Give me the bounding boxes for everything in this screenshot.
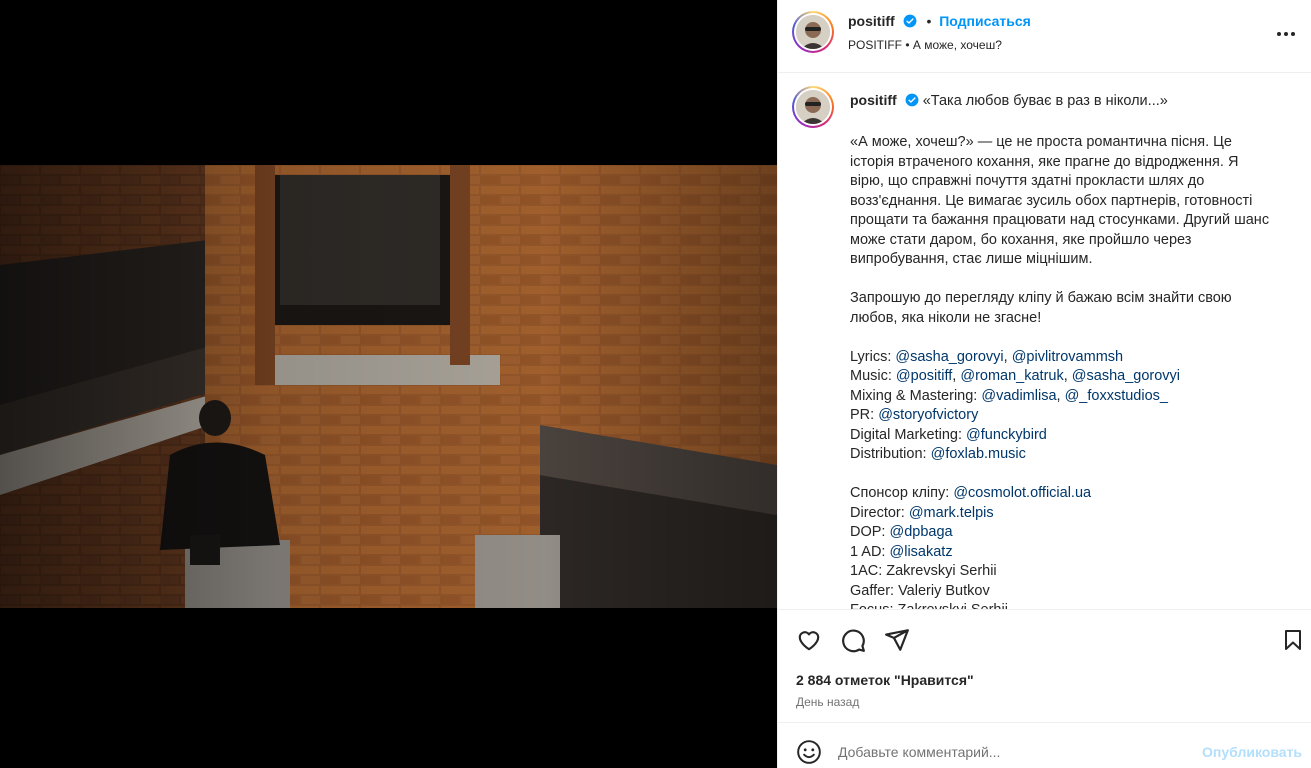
mention-link[interactable]: @roman_katruk xyxy=(960,368,1063,384)
header-title-row: positiff • Подписаться xyxy=(848,13,1031,31)
post-actions xyxy=(778,611,1311,667)
follow-button[interactable]: Подписаться xyxy=(939,13,1031,29)
publish-button[interactable]: Опубликовать xyxy=(1202,744,1302,760)
comment-bar: Опубликовать xyxy=(778,722,1311,768)
share-icon xyxy=(885,629,909,651)
separator-dot: • xyxy=(926,13,932,29)
post-caption: positiff «Така любов буває в раз в нікол… xyxy=(850,91,1270,610)
post-media xyxy=(0,0,777,768)
verified-badge-icon xyxy=(903,14,917,31)
bookmark-icon xyxy=(1285,630,1301,650)
caption-headline: «Така любов буває в раз в ніколи...» xyxy=(922,93,1168,109)
mention-link[interactable]: @dpbaga xyxy=(889,524,952,540)
author-avatar[interactable] xyxy=(792,11,834,53)
more-options-button[interactable] xyxy=(1274,22,1298,46)
mention-link[interactable]: @funckybird xyxy=(966,427,1047,443)
share-button[interactable] xyxy=(884,627,910,653)
credit-pr: PR: @storyofvictory xyxy=(850,407,979,423)
comment-icon xyxy=(842,629,865,653)
mention-link[interactable]: @cosmolot.official.ua xyxy=(953,485,1091,501)
caption-paragraph-2: Запрошую до перегляду кліпу й бажаю всім… xyxy=(850,290,1232,326)
avatar-photo xyxy=(796,90,830,124)
credit-1ac: 1AC: Zakrevskyi Serhii xyxy=(850,563,997,579)
credit-1ad: 1 AD: @lisakatz xyxy=(850,543,953,560)
avatar-photo xyxy=(796,15,830,49)
like-button[interactable] xyxy=(796,627,822,653)
credit-director: Director: @mark.telpis xyxy=(850,504,994,521)
mention-link[interactable]: @sasha_gorovyi xyxy=(895,349,1003,365)
video-frame xyxy=(0,165,777,608)
emoji-icon xyxy=(797,740,821,764)
more-horizontal-icon xyxy=(1277,32,1295,36)
comment-input[interactable] xyxy=(838,739,1178,765)
caption-first-line: positiff «Така любов буває в раз в нікол… xyxy=(850,91,1270,114)
caption-paragraph-1: «А може, хочеш?» — це не проста романтич… xyxy=(850,134,1270,267)
mention-link[interactable]: @positiff xyxy=(896,368,952,384)
credit-digital-marketing: Digital Marketing: @funckybird xyxy=(850,426,1047,443)
credit-dop: DOP: @dpbaga xyxy=(850,524,953,540)
credit-lyrics: Lyrics: @sasha_gorovyi, @pivlitrovammsh xyxy=(850,348,1124,365)
credit-sponsor: Спонсор кліпу: @cosmolot.official.ua xyxy=(850,485,1092,501)
comment-button[interactable] xyxy=(840,627,866,653)
credit-focus: Focus: Zakrevskyi Serhii xyxy=(850,602,1008,610)
mention-link[interactable]: @vadimlisa xyxy=(981,388,1056,404)
mention-link[interactable]: @lisakatz xyxy=(890,544,953,560)
mention-link[interactable]: @pivlitrovammsh xyxy=(1012,349,1123,365)
caption-username[interactable]: positiff xyxy=(850,92,897,108)
caption-scroll-area[interactable]: positiff «Така любов буває в раз в нікол… xyxy=(778,74,1311,610)
mention-link[interactable]: @foxlab.music xyxy=(931,446,1026,462)
verified-badge-icon xyxy=(905,93,919,114)
mention-link[interactable]: @storyofvictory xyxy=(878,407,978,423)
likes-count[interactable]: 2 884 отметок "Нравится" xyxy=(796,672,974,688)
emoji-button[interactable] xyxy=(796,739,822,765)
mention-link[interactable]: @_foxxstudios_ xyxy=(1065,388,1168,404)
post-header: positiff • Подписаться POSITIFF • А може… xyxy=(778,0,1311,73)
heart-icon xyxy=(798,631,820,651)
post-sidebar: positiff • Подписаться POSITIFF • А може… xyxy=(777,0,1311,768)
video-player[interactable] xyxy=(0,165,777,608)
audio-track-link[interactable]: POSITIFF • А може, хочеш? xyxy=(848,38,1002,52)
post-timestamp[interactable]: День назад xyxy=(796,695,859,709)
credit-music: Music: @positiff, @roman_katruk, @sasha_… xyxy=(850,368,1181,384)
credit-gaffer: Gaffer: Valeriy Butkov xyxy=(850,582,990,599)
author-username[interactable]: positiff xyxy=(848,13,895,29)
mention-link[interactable]: @mark.telpis xyxy=(909,505,994,521)
credit-mixing: Mixing & Mastering: @vadimlisa, @_foxxst… xyxy=(850,387,1168,404)
mention-link[interactable]: @sasha_gorovyi xyxy=(1072,368,1180,384)
caption-author-avatar[interactable] xyxy=(792,86,834,128)
credit-distribution: Distribution: @foxlab.music xyxy=(850,446,1026,462)
save-button[interactable] xyxy=(1280,627,1306,653)
